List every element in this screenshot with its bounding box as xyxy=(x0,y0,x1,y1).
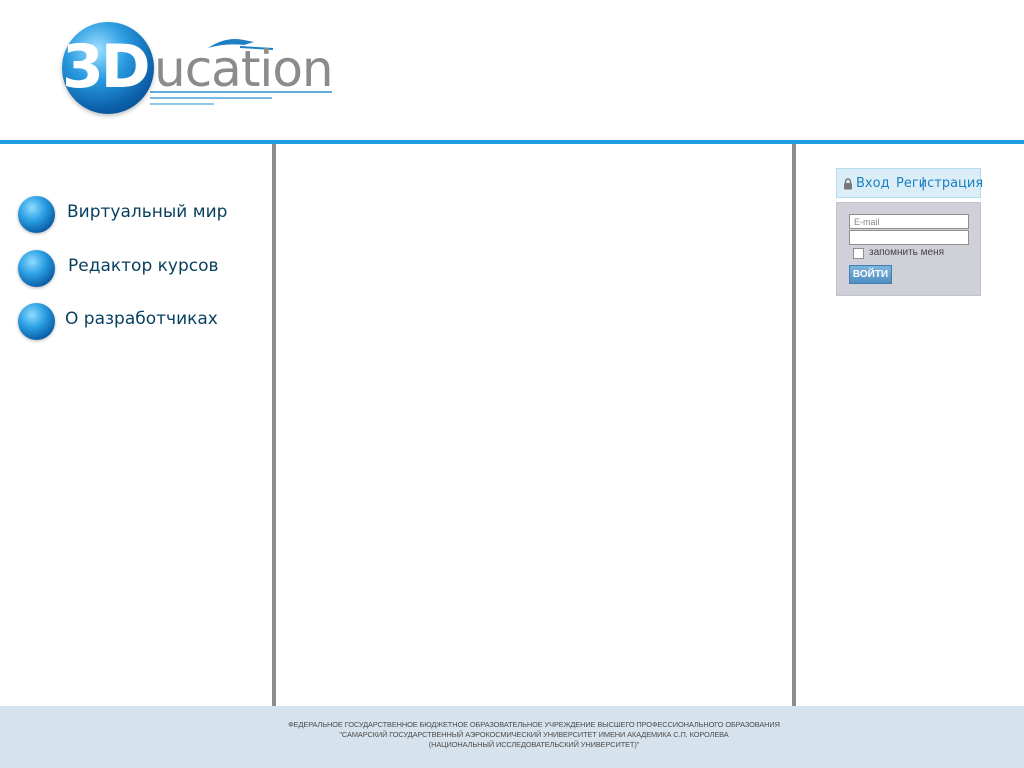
site-header: 3D ucation xyxy=(0,0,1024,140)
password-field[interactable] xyxy=(849,230,969,245)
logo-wordmark: ucation xyxy=(154,40,334,98)
email-field[interactable] xyxy=(849,214,969,229)
right-column-divider xyxy=(792,144,796,768)
footer-line: "САМАРСКИЙ ГОСУДАРСТВЕННЫЙ АЭРОКОСМИЧЕСК… xyxy=(339,730,729,739)
site-logo[interactable]: 3D ucation xyxy=(58,18,348,118)
nav-item-label: О разработчиках xyxy=(65,309,218,329)
footer-institution-text: ФЕДЕРАЛЬНОЕ ГОСУДАРСТВЕННОЕ БЮДЖЕТНОЕ ОБ… xyxy=(276,720,792,750)
login-form: запомнить меня ВОЙТИ xyxy=(836,202,981,296)
nav-item-label: Виртуальный мир xyxy=(67,202,228,222)
remember-me-label: запомнить меня xyxy=(869,247,945,258)
logo-mark: 3D xyxy=(62,32,151,102)
sphere-bullet-icon xyxy=(18,196,55,233)
nav-item-label: Редактор курсов xyxy=(68,256,219,276)
main-content xyxy=(276,144,792,706)
sphere-bullet-icon xyxy=(18,303,55,340)
nav-item-course-editor[interactable]: Редактор курсов xyxy=(18,248,268,288)
footer-line: (НАЦИОНАЛЬНЫЙ ИССЛЕДОВАТЕЛЬСКИЙ УНИВЕРСИ… xyxy=(428,740,640,749)
lock-icon xyxy=(844,178,852,190)
remember-me-checkbox[interactable] xyxy=(853,248,864,259)
login-header: Вход | Регистрация xyxy=(836,168,983,198)
nav-item-about-developers[interactable]: О разработчиках xyxy=(18,301,268,341)
nav-item-virtual-world[interactable]: Виртуальный мир xyxy=(18,194,268,234)
login-link[interactable]: Вход xyxy=(856,176,890,191)
site-footer: ФЕДЕРАЛЬНОЕ ГОСУДАРСТВЕННОЕ БЮДЖЕТНОЕ ОБ… xyxy=(0,706,1024,768)
login-submit-button[interactable]: ВОЙТИ xyxy=(849,265,892,284)
footer-line: ФЕДЕРАЛЬНОЕ ГОСУДАРСТВЕННОЕ БЮДЖЕТНОЕ ОБ… xyxy=(288,720,780,729)
register-link[interactable]: Регистрация xyxy=(896,176,983,191)
sphere-bullet-icon xyxy=(18,250,55,287)
